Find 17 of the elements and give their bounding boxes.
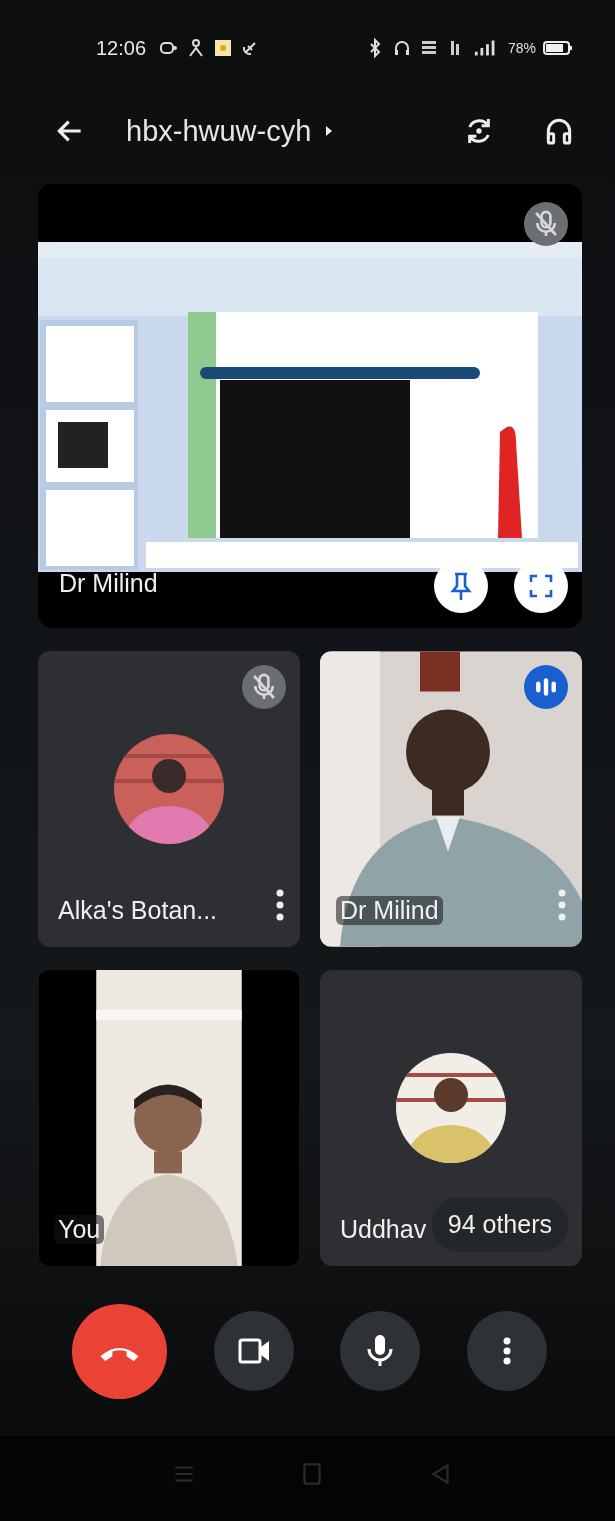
others-count-badge[interactable]: 94 others xyxy=(431,1197,568,1252)
end-call-button[interactable] xyxy=(72,1303,167,1399)
battery-percent: 78% xyxy=(507,40,536,56)
participant-name: Dr Milind xyxy=(336,896,443,925)
battery-icon xyxy=(543,40,573,56)
microphone-button[interactable] xyxy=(340,1311,421,1391)
clock-time: 12:06 xyxy=(96,36,147,60)
camera-button[interactable] xyxy=(213,1311,294,1391)
participant-name: Alka's Botan... xyxy=(58,896,218,925)
participant-name: Dr Milind xyxy=(59,569,158,598)
more-options-icon[interactable] xyxy=(276,889,284,921)
meeting-code[interactable]: hbx-hwuw-cyh xyxy=(126,114,312,148)
participant-name: Uddhav xyxy=(340,1215,427,1244)
app-icon xyxy=(213,38,234,58)
more-options-button[interactable] xyxy=(466,1311,547,1391)
participant-name: You xyxy=(54,1215,105,1244)
caret-icon[interactable] xyxy=(325,124,334,138)
